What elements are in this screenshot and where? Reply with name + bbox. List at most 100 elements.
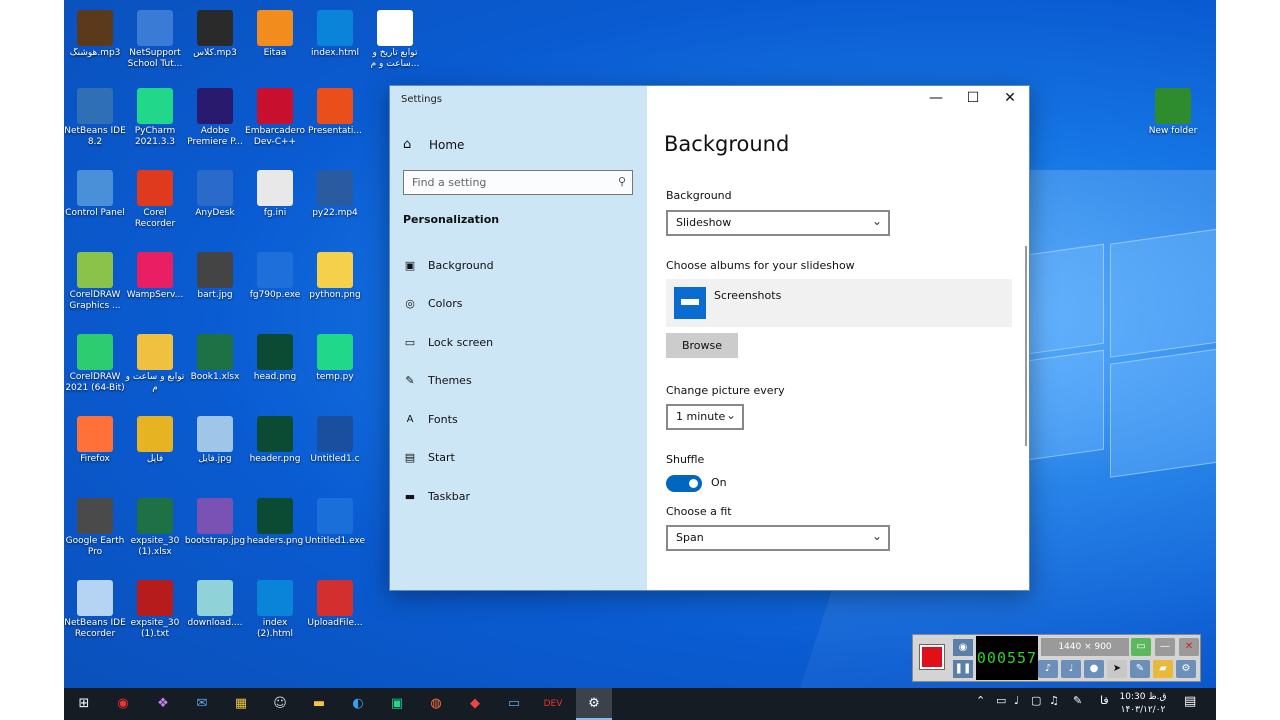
clock[interactable]: 10:30 ق.ظ ۱۴۰۳/۱۲/۰۲ <box>1118 691 1168 717</box>
display-icon[interactable]: ▢ <box>1031 694 1041 707</box>
desktop-icon[interactable]: توابع تاریخ و ساعت و م... <box>364 10 426 70</box>
desktop-icon[interactable]: هوشنگ.mp3 <box>64 10 126 59</box>
record-button[interactable] <box>919 644 945 670</box>
desktop-icon[interactable]: index.html <box>304 10 366 59</box>
recorder-taskbar-icon[interactable]: ◉ <box>112 694 134 714</box>
desktop-icon[interactable]: Untitled1.c <box>304 416 366 465</box>
desktop-icon[interactable]: فایل.jpg <box>184 416 246 465</box>
chevron-up-icon[interactable]: ⌃ <box>976 694 985 707</box>
app-icon <box>137 580 173 616</box>
search-input[interactable]: Find a setting ⚲ <box>403 170 633 195</box>
nav-item-taskbar[interactable]: ▬ Taskbar <box>403 490 470 503</box>
desktop-icon[interactable]: CorelDRAW 2021 (64-Bit) <box>64 334 126 394</box>
speaker-icon[interactable]: ♪ <box>1038 660 1058 678</box>
nav-item-themes[interactable]: ✎ Themes <box>403 374 471 387</box>
nav-item-start[interactable]: ▤ Start <box>403 451 455 464</box>
microphone-icon[interactable]: ♩ <box>1014 694 1019 707</box>
shuffle-toggle[interactable] <box>666 475 702 492</box>
nav-item-colors[interactable]: ◎ Colors <box>403 297 462 310</box>
desktop-icon[interactable]: UploadFile... <box>304 580 366 629</box>
minimize-button[interactable]: — <box>921 90 951 106</box>
store-icon[interactable]: ▦ <box>230 694 252 714</box>
browse-button[interactable]: Browse <box>666 333 738 358</box>
close-button[interactable]: ✕ <box>995 90 1025 106</box>
desktop-icon[interactable]: py22.mp4 <box>304 170 366 219</box>
file-explorer-icon[interactable]: ▬ <box>308 694 330 714</box>
desktop-icon[interactable]: Embarcadero Dev-C++ <box>244 88 306 148</box>
pen-icon[interactable]: ✎ <box>1130 660 1150 678</box>
desktop-icon[interactable]: expsite_30 (1).txt <box>124 580 186 640</box>
desktop-icon[interactable]: fg.ini <box>244 170 306 219</box>
mail-icon[interactable]: ✉ <box>191 694 213 714</box>
desktop-icon[interactable]: Eitaa <box>244 10 306 59</box>
settings-taskbar-button[interactable]: ⚙ <box>576 688 612 720</box>
desktop-icon[interactable]: temp.py <box>304 334 366 383</box>
desktop-icon[interactable]: python.png <box>304 252 366 301</box>
gear-icon[interactable]: ⚙ <box>1176 660 1196 678</box>
change-picture-dropdown[interactable]: 1 minute ⌄ <box>666 404 744 430</box>
desktop-icon[interactable]: Adobe Premiere P... <box>184 88 246 148</box>
scrollbar[interactable] <box>1025 246 1027 446</box>
firefox-icon[interactable]: ◍ <box>425 694 447 714</box>
desktop-icon[interactable]: headers.png <box>244 498 306 547</box>
maximize-button[interactable]: ☐ <box>958 90 988 106</box>
desktop-icon[interactable]: Control Panel <box>64 170 126 219</box>
desktop-icon[interactable]: expsite_30 (1).xlsx <box>124 498 186 558</box>
pause-button[interactable]: ❚❚ <box>953 660 973 678</box>
resolution-readout: 1440 × 900 <box>1041 638 1129 656</box>
desktop-icon[interactable]: توابع و ساعت و م <box>124 334 186 394</box>
desktop-icon[interactable]: Firefox <box>64 416 126 465</box>
desktop-icon[interactable]: فایل <box>124 416 186 465</box>
netsupport-icon[interactable]: ▭ <box>503 694 525 714</box>
desktop-icon[interactable]: CorelDRAW Graphics ... <box>64 252 126 312</box>
desktop-icon[interactable]: AnyDesk <box>184 170 246 219</box>
desktop-icon[interactable]: head.png <box>244 334 306 383</box>
folder-icon[interactable]: ▰ <box>1153 660 1173 678</box>
volume-icon[interactable]: ♫ <box>1049 694 1059 707</box>
album-item[interactable]: Screenshots <box>666 279 1012 327</box>
fit-dropdown[interactable]: Span ⌄ <box>666 525 890 551</box>
webcam-icon[interactable]: ● <box>1084 660 1104 678</box>
pen-icon[interactable]: ✎ <box>1073 694 1082 707</box>
desktop-icon[interactable]: NetSupport School Tut... <box>124 10 186 70</box>
start-button[interactable]: ⊞ <box>73 694 95 714</box>
language-indicator[interactable]: فا <box>1100 694 1109 707</box>
nav-home[interactable]: ⌂ Home <box>403 137 464 152</box>
anydesk-icon[interactable]: ◆ <box>464 694 486 714</box>
desktop-icon[interactable]: NetBeans IDE Recorder <box>64 580 126 640</box>
close-icon[interactable]: ✕ <box>1179 638 1199 656</box>
desktop-icon[interactable]: fg790p.exe <box>244 252 306 301</box>
camera-icon[interactable]: ◉ <box>953 639 973 656</box>
pycharm-icon[interactable]: ▣ <box>386 694 408 714</box>
desktop-icon[interactable]: bart.jpg <box>184 252 246 301</box>
desktop-icon[interactable]: Google Earth Pro <box>64 498 126 558</box>
desktop-icon[interactable]: Untitled1.exe <box>304 498 366 547</box>
desktop-icon-label: Embarcadero Dev-C++ <box>245 126 305 147</box>
desktop-icon[interactable]: WampServ... <box>124 252 186 301</box>
desktop-icon[interactable]: Presentati... <box>304 88 366 137</box>
users-icon[interactable]: ☺ <box>269 694 291 714</box>
desktop-icon[interactable]: Book1.xlsx <box>184 334 246 383</box>
edge-icon[interactable]: ◐ <box>347 694 369 714</box>
window-mode-icon[interactable]: ▭ <box>1131 638 1151 656</box>
notification-icon[interactable]: ▤ <box>1184 694 1196 709</box>
desktop-icon[interactable]: index (2).html <box>244 580 306 640</box>
desktop-icon[interactable]: NetBeans IDE 8.2 <box>64 88 126 148</box>
background-dropdown[interactable]: Slideshow ⌄ <box>666 210 890 236</box>
nav-item-fonts[interactable]: A Fonts <box>403 413 458 426</box>
microphone-icon[interactable]: ♩ <box>1061 660 1081 678</box>
network-icon[interactable]: ▭ <box>996 694 1006 707</box>
nav-item-background[interactable]: ▣ Background <box>403 259 494 272</box>
desktop-icon[interactable]: bootstrap.jpg <box>184 498 246 547</box>
desktop-icon[interactable]: New folder <box>1142 88 1204 137</box>
devcpp-icon[interactable]: DEV <box>542 694 564 714</box>
desktop-icon[interactable]: Corel Recorder <box>124 170 186 230</box>
desktop-icon[interactable]: PyCharm 2021.3.3 <box>124 88 186 148</box>
desktop-icon[interactable]: کلاس.mp3 <box>184 10 246 59</box>
cursor-icon[interactable]: ➤ <box>1107 660 1127 678</box>
copilot-icon[interactable]: ❖ <box>152 694 174 714</box>
nav-item-lock-screen[interactable]: ▭ Lock screen <box>403 336 493 349</box>
desktop-icon[interactable]: download.... <box>184 580 246 629</box>
minimize-icon[interactable]: — <box>1155 638 1175 656</box>
desktop-icon[interactable]: header.png <box>244 416 306 465</box>
